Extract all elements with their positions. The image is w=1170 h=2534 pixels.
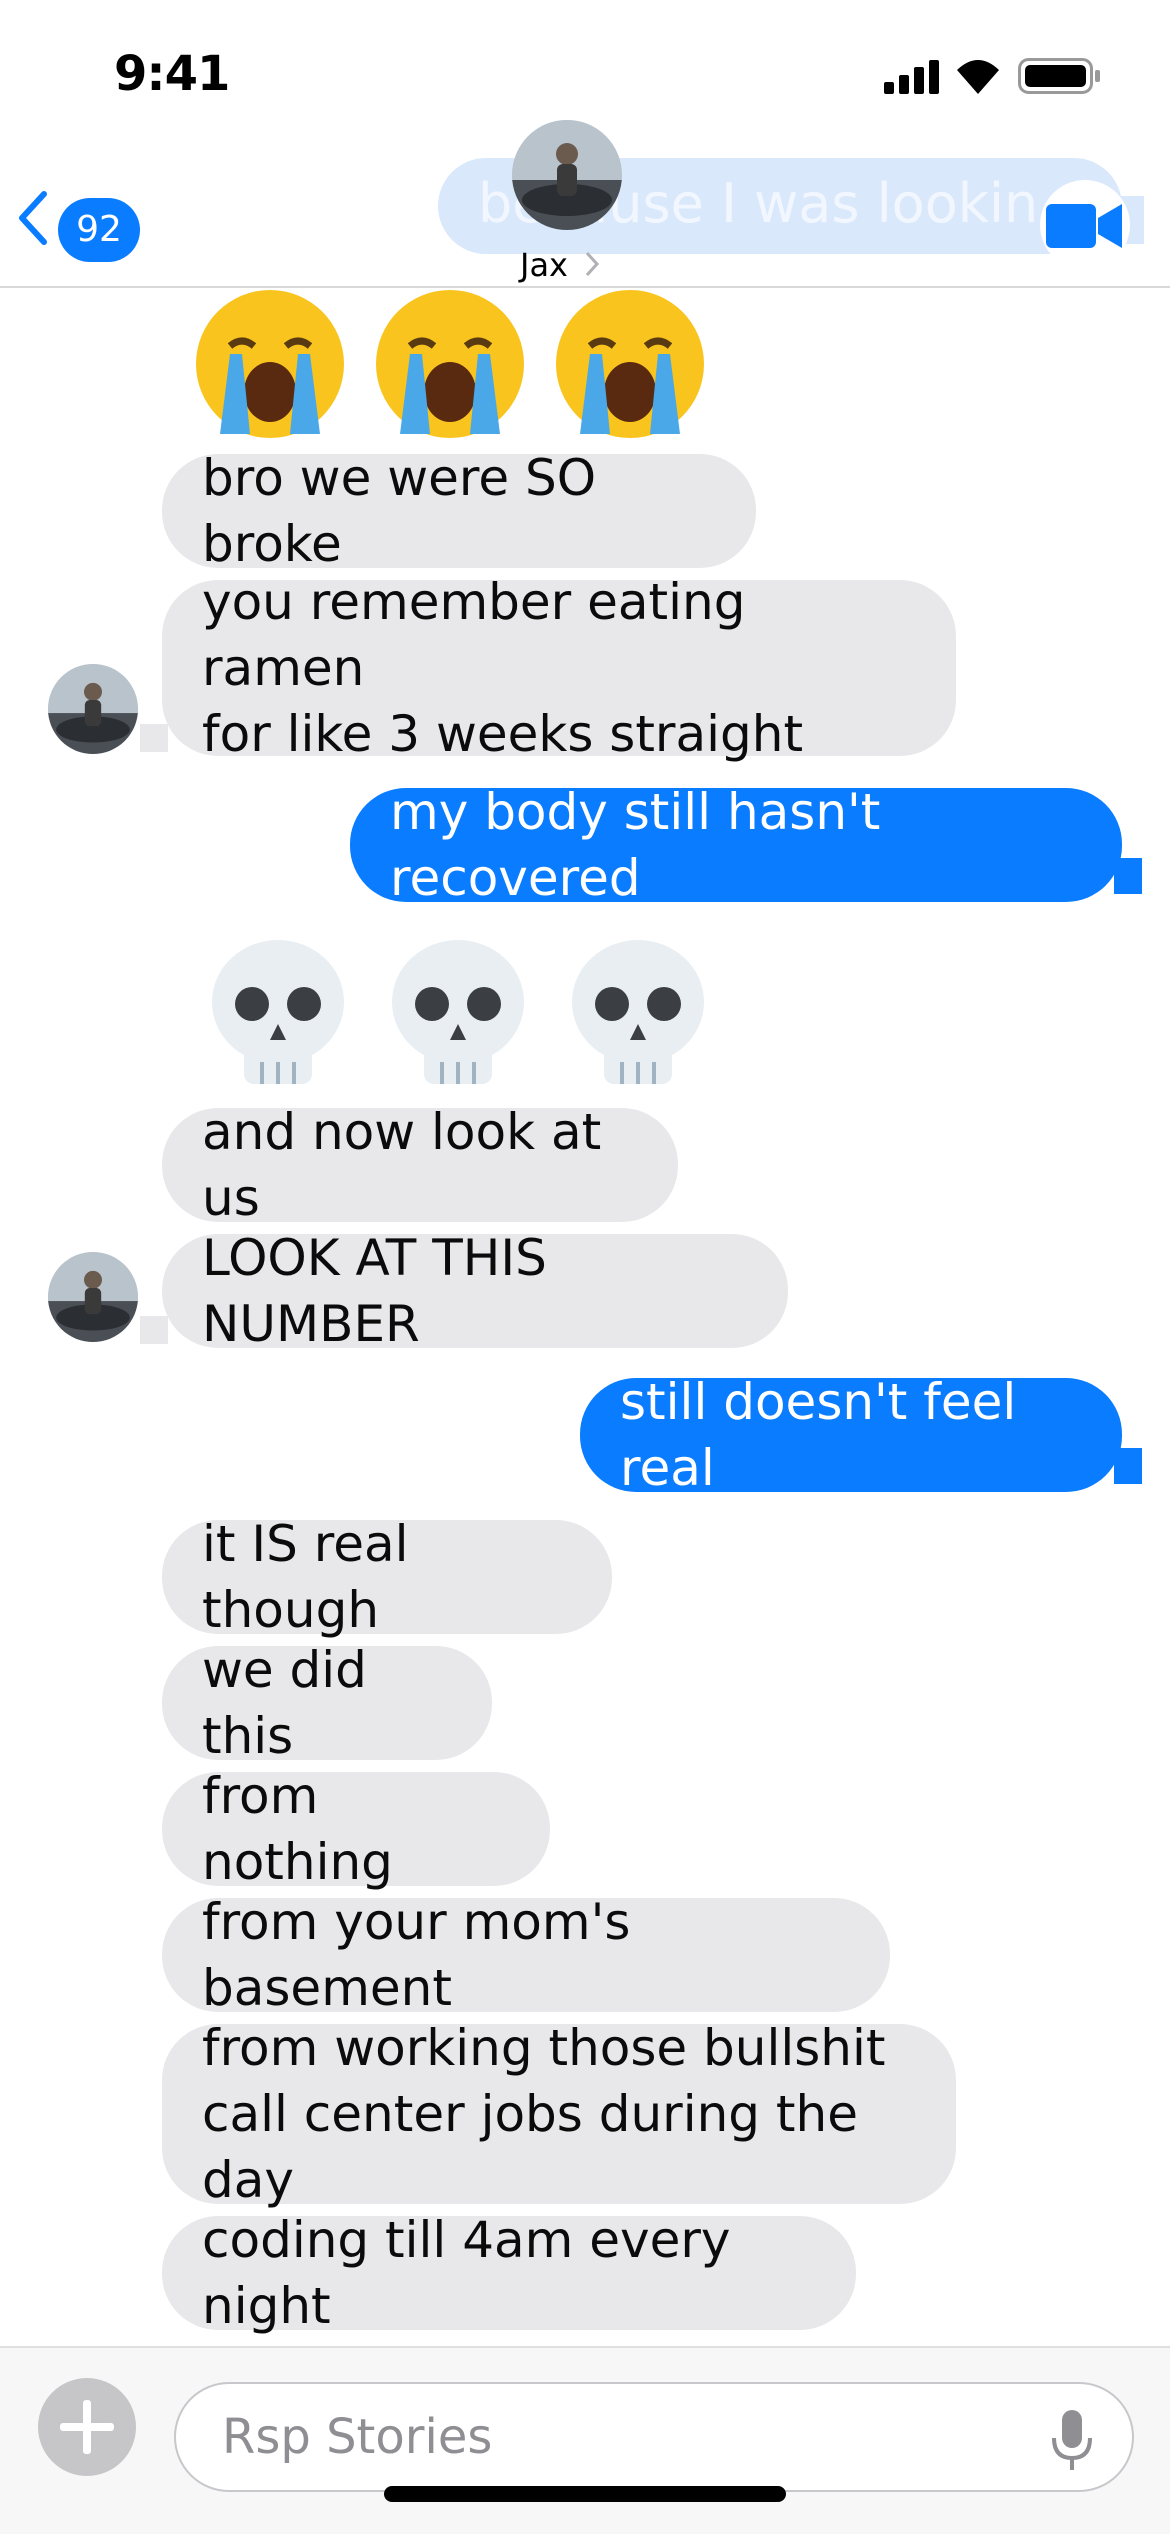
home-indicator[interactable]	[384, 2486, 786, 2502]
incoming-message-bubble[interactable]: we did this	[162, 1641, 492, 1765]
incoming-message-bubble[interactable]: LOOK AT THIS NUMBER	[162, 1229, 788, 1353]
skull-emoji	[392, 940, 524, 1084]
incoming-message-bubble[interactable]: and now look at us	[162, 1103, 678, 1227]
incoming-message-bubble[interactable]: you remember eating ramen for like 3 wee…	[162, 573, 956, 763]
avatar-photo	[512, 120, 622, 230]
incoming-message-bubble[interactable]: it IS real though	[162, 1515, 612, 1639]
incoming-message-bubble[interactable]: bro we were SO broke	[162, 449, 756, 573]
incoming-message-bubble[interactable]: from working those bullshit call center …	[162, 2019, 956, 2209]
crying-face-emoji	[196, 290, 344, 438]
signal-icon	[884, 58, 940, 94]
bubble-tail	[1114, 1448, 1142, 1484]
incoming-message-bubble[interactable]: from your mom's basement	[162, 1893, 890, 2017]
status-time: 9:41	[114, 46, 230, 102]
avatar-photo	[48, 1252, 138, 1342]
chevron-right-icon	[585, 251, 600, 277]
wifi-icon	[957, 60, 999, 94]
avatar-photo	[48, 664, 138, 754]
contact-avatar-small[interactable]	[48, 664, 138, 754]
emoji-message	[198, 934, 718, 1094]
conversation-header: because I was looking to 92 Jax	[0, 120, 1170, 288]
message-input[interactable]: Rsp Stories	[174, 2382, 1134, 2492]
video-call-button[interactable]	[1040, 180, 1130, 270]
incoming-message-bubble[interactable]: from nothing	[162, 1767, 550, 1891]
back-chevron-icon	[19, 191, 47, 245]
incoming-message-bubble[interactable]: coding till 4am every night	[162, 2211, 856, 2335]
skull-emoji	[212, 940, 344, 1084]
outgoing-message-bubble[interactable]: my body still hasn't recovered	[350, 783, 1122, 907]
contact-avatar-small[interactable]	[48, 1252, 138, 1342]
battery-icon	[1018, 58, 1100, 94]
emoji-message	[190, 284, 710, 444]
crying-face-emoji	[376, 290, 524, 438]
plus-icon[interactable]	[38, 2378, 136, 2476]
contact-avatar[interactable]	[512, 120, 622, 230]
bubble-tail	[140, 1316, 168, 1344]
outgoing-message-bubble[interactable]: still doesn't feel real	[580, 1373, 1122, 1497]
crying-face-emoji	[556, 290, 704, 438]
skull-emoji	[572, 940, 704, 1084]
unread-count-badge: 92	[58, 198, 140, 262]
message-composer: Rsp Stories	[0, 2346, 1170, 2534]
message-input-placeholder: Rsp Stories	[222, 2409, 493, 2465]
microphone-icon[interactable]	[1048, 2408, 1096, 2474]
contact-name[interactable]: Jax	[520, 246, 568, 284]
bubble-tail	[1114, 858, 1142, 894]
back-button[interactable]: 92	[14, 178, 144, 262]
bubble-tail	[140, 724, 168, 752]
video-camera-icon	[1046, 204, 1122, 248]
